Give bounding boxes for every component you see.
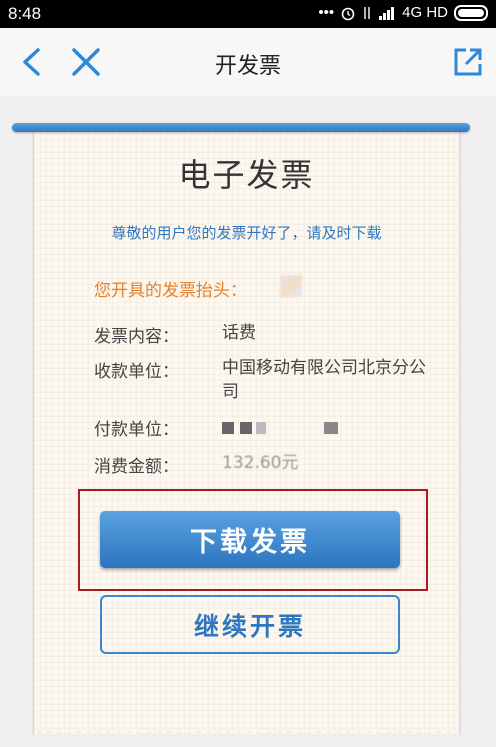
signal-icon xyxy=(379,6,395,20)
status-time: 8:48 xyxy=(8,4,42,23)
content-value: 话费 xyxy=(222,323,256,343)
amount-value: 132.60元 xyxy=(222,453,299,473)
invoice-subtitle: 尊敬的用户您的发票开好了，请及时下载 xyxy=(111,224,382,242)
amount-label: 消费金额： xyxy=(94,457,179,477)
nav-bar: 开发票 xyxy=(0,28,496,96)
status-bar: 8:48 ••• 4G HD xyxy=(0,0,496,28)
page-title: 开发票 xyxy=(214,54,281,79)
continue-invoice-button[interactable]: 继续开票 xyxy=(100,595,400,654)
payee-label: 收款单位： xyxy=(94,362,179,382)
invoice-header-value-redacted xyxy=(280,275,302,297)
data-arrows-icon xyxy=(364,6,370,19)
card-zigzag-edge xyxy=(34,730,459,747)
share-icon[interactable] xyxy=(448,42,488,82)
printer-slot xyxy=(12,123,470,132)
battery-icon xyxy=(454,4,488,21)
download-invoice-button[interactable]: 下载发票 xyxy=(100,511,400,568)
payee-value: 中国移动有限公司北京分公司 xyxy=(222,358,426,402)
invoice-title: 电子发票 xyxy=(178,156,315,194)
network-type: 4G HD xyxy=(402,4,448,21)
invoice-header-label: 您开具的发票抬头： xyxy=(94,281,247,301)
more-dots-icon: ••• xyxy=(318,4,335,21)
alarm-icon xyxy=(341,7,355,20)
invoice-card: 电子发票 尊敬的用户您的发票开好了，请及时下载 您开具的发票抬头： 发票内容： … xyxy=(34,130,459,735)
status-icons: ••• 4G HD xyxy=(318,4,488,21)
payer-label: 付款单位： xyxy=(94,420,179,440)
content-label: 发票内容： xyxy=(94,327,179,347)
